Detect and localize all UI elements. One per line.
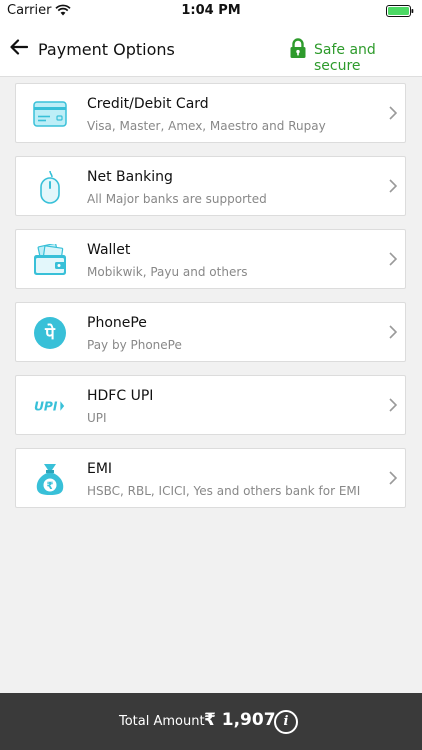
payment-option-hdfc-upi[interactable]: UPI HDFC UPI UPI — [15, 375, 406, 435]
payment-option-phonepe[interactable]: पे PhonePe Pay by PhonePe — [15, 302, 406, 362]
upi-icon: UPI — [33, 389, 67, 423]
payment-option-credit-debit-card[interactable]: Credit/Debit Card Visa, Master, Amex, Ma… — [15, 83, 406, 143]
payment-option-emi[interactable]: ₹ EMI HSBC, RBL, ICICI, Yes and others b… — [15, 448, 406, 508]
wallet-icon — [33, 243, 67, 277]
option-subtitle: Pay by PhonePe — [87, 338, 182, 352]
option-title: PhonePe — [87, 315, 147, 331]
secure-label: Safe and secure — [314, 42, 376, 74]
option-subtitle: HSBC, RBL, ICICI, Yes and others bank fo… — [87, 484, 361, 498]
mouse-icon — [33, 170, 67, 204]
option-subtitle: Mobikwik, Payu and others — [87, 265, 248, 279]
status-time: 1:04 PM — [181, 3, 241, 18]
total-amount-label: Total Amount — [119, 714, 205, 729]
chevron-right-icon — [389, 106, 397, 120]
status-bar: Carrier 1:04 PM — [0, 0, 422, 22]
chevron-right-icon — [389, 252, 397, 266]
back-arrow-icon[interactable] — [10, 39, 28, 55]
payment-option-net-banking[interactable]: Net Banking All Major banks are supporte… — [15, 156, 406, 216]
header-bar: Payment Options Safe and secure — [0, 22, 422, 77]
option-title: Credit/Debit Card — [87, 96, 209, 112]
phonepe-icon: पे — [33, 316, 67, 350]
chevron-right-icon — [389, 325, 397, 339]
money-bag-icon: ₹ — [33, 462, 67, 496]
option-subtitle: UPI — [87, 411, 107, 425]
battery-icon — [386, 5, 414, 17]
option-subtitle: Visa, Master, Amex, Maestro and Rupay — [87, 119, 326, 133]
credit-card-icon — [33, 97, 67, 131]
option-title: HDFC UPI — [87, 388, 154, 404]
rupee-glyph: ₹ — [47, 481, 54, 492]
chevron-right-icon — [389, 398, 397, 412]
page-title: Payment Options — [38, 40, 175, 59]
chevron-right-icon — [389, 179, 397, 193]
option-title: Net Banking — [87, 169, 173, 185]
option-title: Wallet — [87, 242, 131, 258]
option-subtitle: All Major banks are supported — [87, 192, 267, 206]
lock-icon — [290, 38, 306, 58]
phonepe-icon-glyph: पे — [44, 323, 56, 344]
option-title: EMI — [87, 461, 113, 477]
chevron-right-icon — [389, 471, 397, 485]
total-amount-value: ₹ 1,907 — [204, 710, 276, 730]
payment-options-list: Credit/Debit Card Visa, Master, Amex, Ma… — [15, 83, 406, 521]
payment-option-wallet[interactable]: Wallet Mobikwik, Payu and others — [15, 229, 406, 289]
upi-icon-text: UPI — [34, 400, 58, 414]
total-amount-footer: Total Amount ₹ 1,907 i — [0, 693, 422, 750]
info-icon[interactable]: i — [274, 710, 298, 734]
